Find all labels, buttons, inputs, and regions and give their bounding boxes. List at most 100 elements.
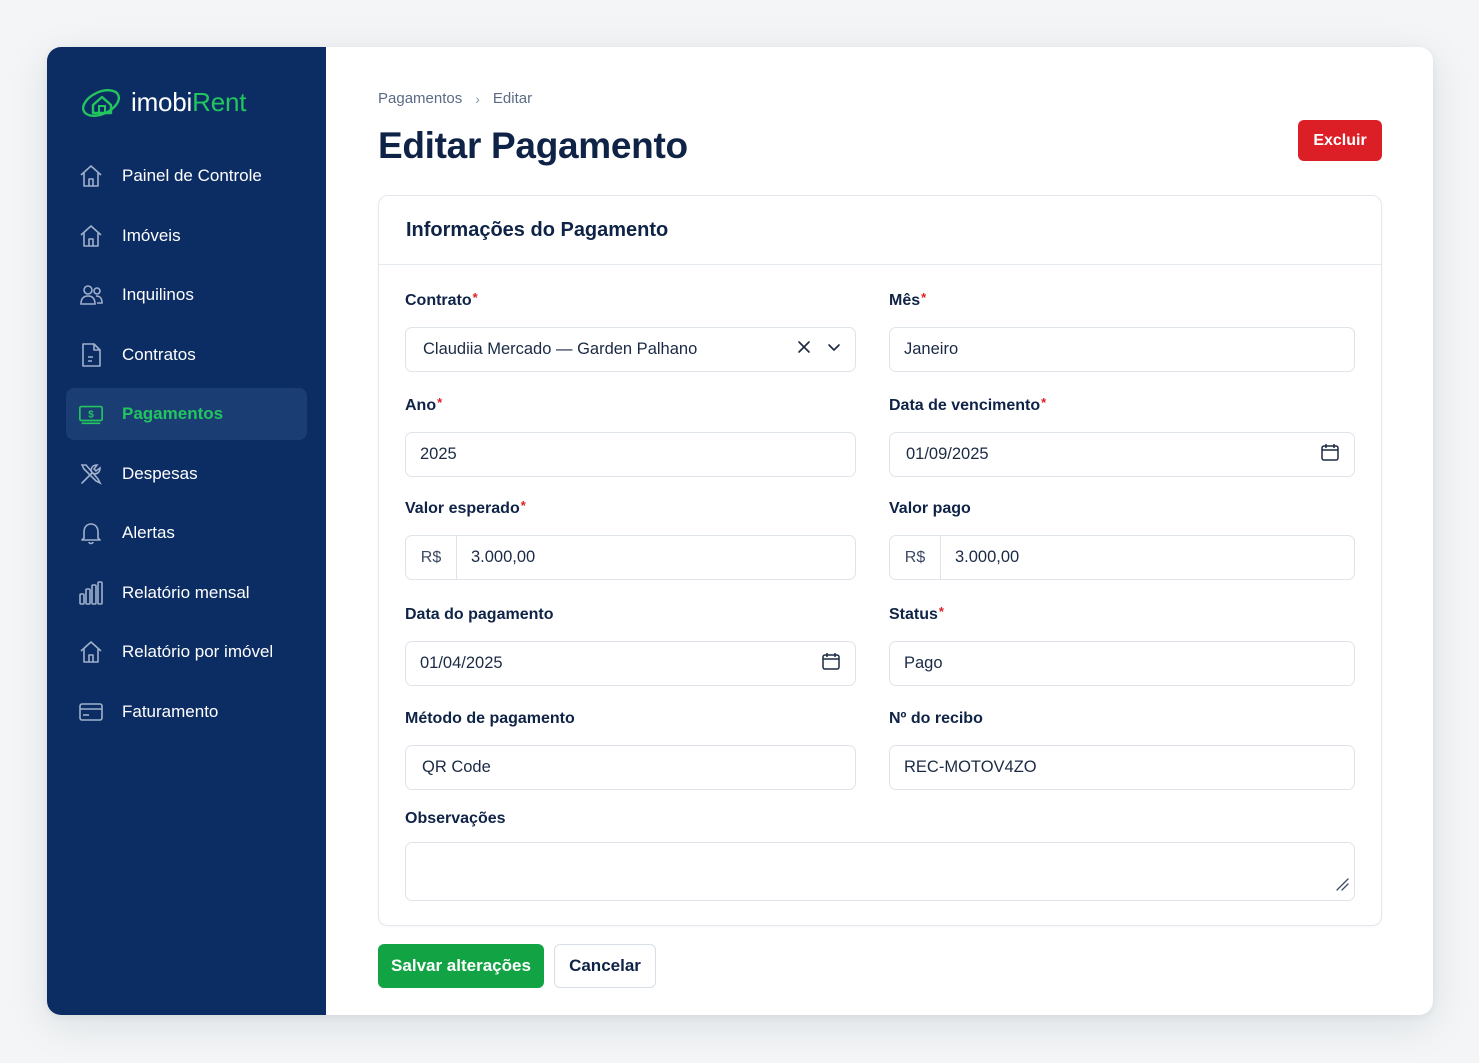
sidebar-item-label: Relatório por imóvel <box>122 642 274 661</box>
sidebar-item-despesas[interactable]: Despesas <box>66 448 307 500</box>
sidebar: imobiRent Painel de Controle Imóveis Inq… <box>47 47 326 1015</box>
sidebar-item-label: Imóveis <box>122 225 181 245</box>
currency-prefix: R$ <box>406 536 457 579</box>
contrato-field: Contrato* Claudiia Mercado — Garden Palh… <box>405 290 856 372</box>
contrato-label: Contrato* <box>405 290 478 309</box>
logo-text: imobiRent <box>131 86 247 117</box>
recibo-label: Nº do recibo <box>889 710 983 727</box>
sidebar-item-label: Painel de Controle <box>122 166 262 185</box>
breadcrumb-current: Editar <box>492 90 533 107</box>
vencimento-date-input[interactable]: 01/09/2025 <box>889 432 1355 477</box>
main-content: Pagamentos › Editar Editar Pagamento Exc… <box>326 47 1433 1015</box>
valor-pago-field: Valor pago R$ 3.000,00 <box>889 500 1355 580</box>
sidebar-nav: Painel de Controle Imóveis Inquilinos Co… <box>66 150 307 745</box>
users-icon <box>78 282 104 308</box>
observacoes-field: Observações <box>405 810 1355 901</box>
card-header: Informações do Pagamento <box>379 196 1381 265</box>
logo-icon <box>81 88 121 118</box>
metodo-value: QR Code <box>422 758 491 776</box>
data-pagamento-value: 01/04/2025 <box>420 654 503 672</box>
observacoes-textarea[interactable] <box>405 842 1355 901</box>
vencimento-value: 01/09/2025 <box>906 445 989 463</box>
valor-pago-input[interactable]: R$ 3.000,00 <box>889 535 1355 580</box>
metodo-field: Método de pagamento QR Code <box>405 710 856 790</box>
home-icon <box>78 163 104 189</box>
sidebar-item-painel-de-controle[interactable]: Painel de Controle <box>66 150 307 202</box>
sidebar-item-label: Pagamentos <box>122 404 224 423</box>
sidebar-item-contratos[interactable]: Contratos <box>66 329 307 381</box>
valor-pago-value: 3.000,00 <box>955 548 1020 566</box>
calendar-icon[interactable] <box>1320 442 1340 467</box>
ano-field: Ano* 2025 <box>405 395 856 477</box>
delete-button[interactable]: Excluir <box>1298 120 1382 161</box>
mes-field: Mês* Janeiro <box>889 290 1355 372</box>
sidebar-item-label: Faturamento <box>122 701 219 721</box>
document-icon <box>78 342 104 368</box>
sidebar-item-label: Contratos <box>122 344 196 364</box>
status-select[interactable]: Pago <box>889 641 1355 686</box>
card-title: Informações do Pagamento <box>406 218 669 241</box>
sidebar-item-faturamento[interactable]: Faturamento <box>66 686 307 738</box>
valor-esperado-field: Valor esperado* R$ 3.000,00 <box>405 498 856 580</box>
svg-text:$: $ <box>88 410 94 421</box>
currency-prefix: R$ <box>890 536 941 579</box>
status-label: Status* <box>889 604 944 623</box>
metodo-select[interactable]: QR Code <box>405 745 856 790</box>
breadcrumb-separator: › <box>475 90 480 107</box>
mes-value: Janeiro <box>904 340 959 358</box>
recibo-input[interactable]: REC-MOTOV4ZO <box>889 745 1355 790</box>
sidebar-item-imoveis[interactable]: Imóveis <box>66 210 307 262</box>
metodo-label: Método de pagamento <box>405 710 575 727</box>
ano-value: 2025 <box>420 445 457 463</box>
calendar-icon[interactable] <box>821 651 841 676</box>
bar-chart-icon <box>78 580 104 606</box>
ano-label: Ano* <box>405 395 443 414</box>
vencimento-label: Data de vencimento* <box>889 395 1047 414</box>
sidebar-item-label: Inquilinos <box>122 285 194 304</box>
sidebar-item-pagamentos[interactable]: $ Pagamentos <box>66 388 307 440</box>
status-value: Pago <box>904 654 943 672</box>
valor-pago-label: Valor pago <box>889 500 971 517</box>
home-icon <box>78 639 104 665</box>
chevron-down-icon[interactable] <box>827 340 841 359</box>
logo[interactable]: imobiRent <box>79 83 246 121</box>
status-field: Status* Pago <box>889 604 1355 686</box>
valor-esperado-input[interactable]: R$ 3.000,00 <box>405 535 856 580</box>
payment-form-card: Informações do Pagamento Contrato* Claud… <box>378 195 1382 926</box>
data-pagamento-date-input[interactable]: 01/04/2025 <box>405 641 856 686</box>
recibo-field: Nº do recibo REC-MOTOV4ZO <box>889 710 1355 790</box>
data-pagamento-field: Data do pagamento 01/04/2025 <box>405 606 856 686</box>
valor-esperado-value: 3.000,00 <box>471 548 536 566</box>
sidebar-item-inquilinos[interactable]: Inquilinos <box>66 269 307 321</box>
resize-handle-icon[interactable] <box>1335 877 1349 896</box>
contrato-value: Claudiia Mercado — Garden Palhano <box>423 340 698 358</box>
data-pagamento-label: Data do pagamento <box>405 606 554 623</box>
sidebar-item-relatorio-mensal[interactable]: Relatório mensal <box>66 567 307 619</box>
mes-input[interactable]: Janeiro <box>889 327 1355 372</box>
observacoes-label: Observações <box>405 810 506 827</box>
sidebar-item-alertas[interactable]: Alertas <box>66 507 307 559</box>
sidebar-item-label: Alertas <box>122 523 175 542</box>
breadcrumb: Pagamentos › Editar <box>378 90 532 107</box>
clear-icon[interactable] <box>797 340 811 359</box>
form-actions: Salvar alterações Cancelar <box>378 944 656 988</box>
app-window: imobiRent Painel de Controle Imóveis Inq… <box>47 47 1433 1015</box>
tools-icon <box>78 461 104 487</box>
sidebar-item-label: Relatório mensal <box>122 582 250 602</box>
page-title: Editar Pagamento <box>378 125 688 166</box>
vencimento-field: Data de vencimento* 01/09/2025 <box>889 395 1355 477</box>
money-icon: $ <box>78 401 104 427</box>
cancel-button[interactable]: Cancelar <box>554 944 656 988</box>
home-icon <box>78 223 104 249</box>
sidebar-item-label: Despesas <box>122 463 198 483</box>
recibo-value: REC-MOTOV4ZO <box>904 758 1037 776</box>
save-button[interactable]: Salvar alterações <box>378 944 544 988</box>
valor-esperado-label: Valor esperado* <box>405 498 526 517</box>
mes-label: Mês* <box>889 290 927 309</box>
ano-input[interactable]: 2025 <box>405 432 856 477</box>
credit-card-icon <box>78 699 104 725</box>
sidebar-item-relatorio-por-imovel[interactable]: Relatório por imóvel <box>66 626 307 678</box>
breadcrumb-parent-link[interactable]: Pagamentos <box>378 90 462 107</box>
contrato-select[interactable]: Claudiia Mercado — Garden Palhano <box>405 327 856 372</box>
bell-icon <box>78 520 104 546</box>
